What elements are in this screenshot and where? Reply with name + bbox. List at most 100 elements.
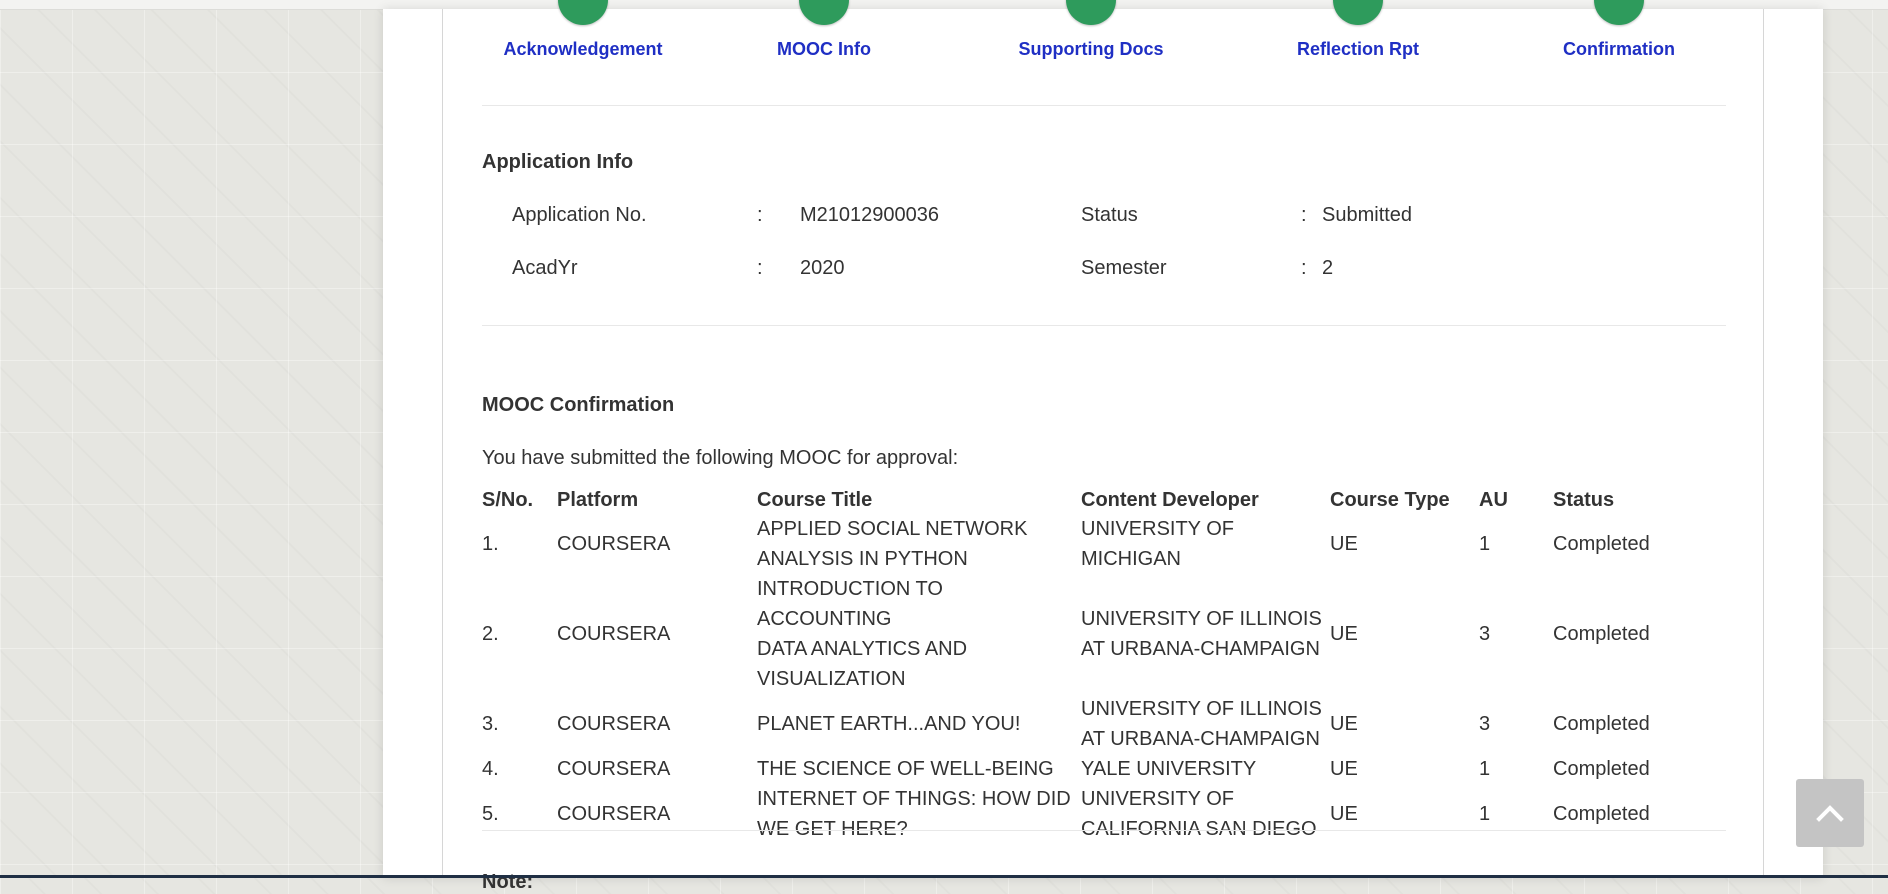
sno-cell: 3. [482, 713, 499, 735]
status-cell: Completed [1553, 623, 1650, 645]
field-separator: : [1301, 257, 1307, 279]
developer-line: MICHIGAN [1081, 548, 1181, 570]
course-title-line: APPLIED SOCIAL NETWORK [757, 518, 1028, 540]
developer-line: AT URBANA-CHAMPAIGN [1081, 728, 1320, 750]
content-panel: Acknowledgement MOOC Info Supporting Doc… [442, 0, 1764, 893]
platform-cell: COURSERA [557, 803, 671, 825]
course-title-line: THE SCIENCE OF WELL-BEING [757, 758, 1054, 780]
sno-cell: 5. [482, 803, 499, 825]
field-separator: : [1301, 204, 1307, 226]
au-cell: 1 [1479, 533, 1491, 555]
column-header: AU [1479, 489, 1508, 511]
course-title-cell: INTERNET OF THINGS: HOW DID WE GET HERE? [757, 784, 1081, 844]
table-row: 1. COURSERA APPLIED SOCIAL NETWORK ANALYS… [482, 514, 1723, 574]
course-title-cell: PLANET EARTH...AND YOU! [757, 694, 1081, 754]
step-dot [1066, 0, 1116, 25]
course-title-line: WE GET HERE? [757, 818, 908, 840]
course-type-cell: UE [1330, 758, 1358, 780]
chevron-up-icon [1816, 805, 1844, 822]
developer-line: AT URBANA-CHAMPAIGN [1081, 638, 1320, 660]
course-title-line: PLANET EARTH...AND YOU! [757, 713, 1021, 735]
platform-cell: COURSERA [557, 623, 671, 645]
course-title-line: INTRODUCTION TO ACCOUNTING [757, 578, 943, 630]
status-value: Submitted [1322, 204, 1413, 226]
acadyr-label: AcadYr [512, 257, 578, 279]
sno-cell: 4. [482, 758, 499, 780]
au-cell: 3 [1479, 713, 1491, 735]
step-label: Reflection Rpt [1296, 39, 1419, 59]
status-cell: Completed [1553, 533, 1650, 555]
mooc-table: S/No. Platform Course Title Content Deve… [482, 479, 1723, 844]
step-label: Supporting Docs [1018, 39, 1164, 59]
course-type-cell: UE [1330, 713, 1358, 735]
table-header-row: S/No. Platform Course Title Content Deve… [482, 479, 1723, 514]
step-dot [1333, 0, 1383, 25]
column-header: Platform [557, 489, 639, 511]
step-dot [1594, 0, 1644, 25]
table-row: 4. COURSERA THE SCIENCE OF WELL-BEING YA… [482, 754, 1723, 784]
column-header: S/No. [482, 489, 534, 511]
column-header: Content Developer [1081, 489, 1259, 511]
application-no-value: M21012900036 [800, 204, 940, 226]
course-type-cell: UE [1330, 533, 1358, 555]
table-row: 2. COURSERA INTRODUCTION TO ACCOUNTING DA… [482, 574, 1723, 694]
application-no-label: Application No. [512, 204, 647, 226]
section-divider [482, 325, 1726, 326]
course-type-cell: UE [1330, 803, 1358, 825]
course-title-cell: APPLIED SOCIAL NETWORK ANALYSIS IN PYTHON [757, 514, 1081, 574]
developer-line: UNIVERSITY OF ILLINOIS [1081, 698, 1322, 720]
step-label: Confirmation [1563, 39, 1675, 59]
sno-cell: 1. [482, 533, 499, 555]
column-header: Course Type [1330, 489, 1450, 511]
semester-label: Semester [1081, 257, 1167, 279]
step-dot [799, 0, 849, 25]
course-title-cell: THE SCIENCE OF WELL-BEING [757, 754, 1081, 784]
content-developer-cell: UNIVERSITY OF MICHIGAN [1081, 514, 1330, 574]
au-cell: 1 [1479, 803, 1491, 825]
course-title-cell: INTRODUCTION TO ACCOUNTING DATA ANALYTICS… [757, 574, 1081, 694]
status-cell: Completed [1553, 803, 1650, 825]
acadyr-value: 2020 [800, 257, 845, 279]
developer-line: UNIVERSITY OF ILLINOIS [1081, 608, 1322, 630]
developer-line: UNIVERSITY OF [1081, 788, 1234, 810]
sno-cell: 2. [482, 623, 499, 645]
field-separator: : [757, 257, 763, 279]
page-shell: Acknowledgement MOOC Info Supporting Doc… [383, 0, 1823, 893]
field-separator: : [757, 204, 763, 226]
course-title-line: DATA ANALYTICS AND [757, 638, 968, 660]
course-type-cell: UE [1330, 623, 1358, 645]
au-cell: 1 [1479, 758, 1491, 780]
table-row: 5. COURSERA INTERNET OF THINGS: HOW DID W… [482, 784, 1723, 844]
status-cell: Completed [1553, 713, 1650, 735]
step-dot [558, 0, 608, 25]
section-divider [482, 830, 1726, 831]
developer-line: CALIFORNIA SAN DIEGO [1081, 818, 1317, 840]
platform-cell: COURSERA [557, 713, 671, 735]
status-cell: Completed [1553, 758, 1650, 780]
content: Acknowledgement MOOC Info Supporting Doc… [482, 0, 1726, 893]
content-developer-cell: YALE UNIVERSITY [1081, 754, 1330, 784]
column-header: Status [1553, 489, 1615, 511]
column-header: Course Title [757, 489, 873, 511]
step-label: MOOC Info [777, 39, 871, 59]
application-info-title: Application Info [482, 151, 634, 173]
progress-steps: Acknowledgement MOOC Info Supporting Doc… [482, 0, 1726, 106]
content-developer-cell: UNIVERSITY OF ILLINOIS AT URBANA-CHAMPAIG… [1081, 694, 1330, 754]
status-label: Status [1081, 204, 1138, 226]
developer-line: YALE UNIVERSITY [1081, 758, 1257, 780]
table-row: 3. COURSERA PLANET EARTH...AND YOU! UNIV… [482, 694, 1723, 754]
platform-cell: COURSERA [557, 758, 671, 780]
course-title-line: INTERNET OF THINGS: HOW DID [757, 788, 1071, 810]
back-to-top-button[interactable] [1796, 779, 1864, 847]
content-developer-cell: UNIVERSITY OF ILLINOIS AT URBANA-CHAMPAIG… [1081, 574, 1330, 694]
semester-value: 2 [1322, 257, 1334, 279]
developer-line: UNIVERSITY OF [1081, 518, 1234, 540]
mooc-confirmation-title: MOOC Confirmation [482, 394, 675, 416]
mooc-intro-text: You have submitted the following MOOC fo… [482, 447, 959, 469]
platform-cell: COURSERA [557, 533, 671, 555]
course-title-line: VISUALIZATION [757, 668, 906, 690]
step-label: Acknowledgement [503, 39, 663, 59]
course-title-line: ANALYSIS IN PYTHON [757, 548, 968, 570]
content-developer-cell: UNIVERSITY OF CALIFORNIA SAN DIEGO [1081, 784, 1330, 844]
au-cell: 3 [1479, 623, 1491, 645]
